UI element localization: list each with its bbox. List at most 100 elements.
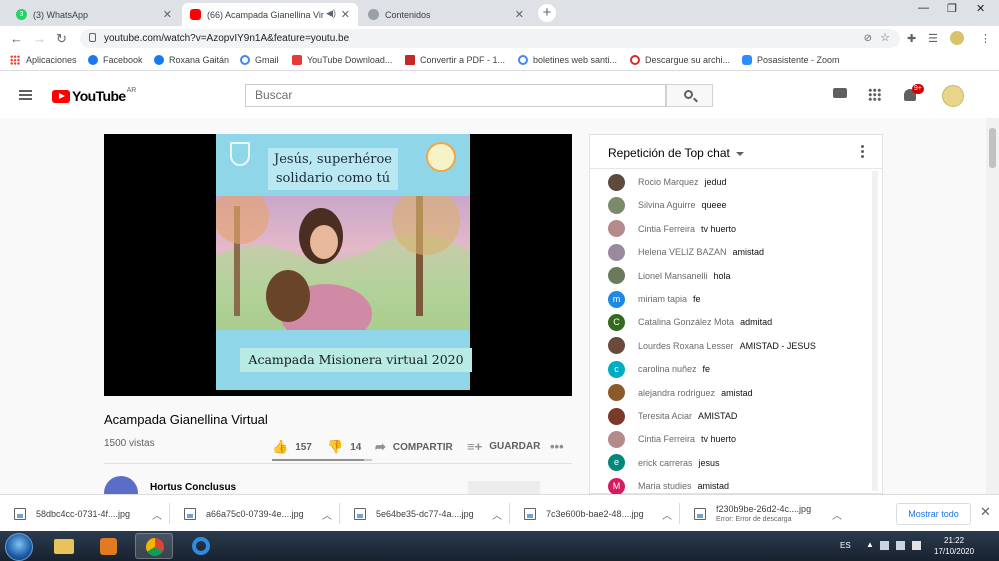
chat-author[interactable]: erick carreras [638,458,693,468]
bookmark-youtube-download[interactable]: YouTube Download... [292,55,392,65]
avatar[interactable] [608,430,625,448]
avatar[interactable]: C [608,313,625,331]
tab-contenidos[interactable]: Contenidos ✕ [360,3,532,26]
avatar[interactable] [608,196,625,214]
taskbar-explorer[interactable] [45,533,83,559]
download-item[interactable]: f230b9be-26d2-4c....jpg Error: Error de d… [680,495,850,532]
chat-more-icon[interactable] [861,145,864,158]
chat-author[interactable]: Catalina González Mota [638,317,734,327]
chat-author[interactable]: Rocio Marquez [638,177,699,187]
chat-author[interactable]: Silvina Aguirre [638,200,696,210]
show-all-downloads-button[interactable]: Mostrar todo [896,503,971,525]
chat-scrollbar[interactable] [872,171,878,491]
volume-icon[interactable] [912,541,921,550]
network-icon[interactable] [896,541,905,550]
chevron-up-icon[interactable]: ︿ [322,507,332,522]
extensions-icon[interactable]: ✚ [907,32,919,45]
bookmark-gmail[interactable]: Gmail [240,55,279,65]
tab-youtube[interactable]: (66) Acampada Gianellina Vir ◀) ✕ [182,3,358,26]
chat-author[interactable]: alejandra rodriguez [638,388,715,398]
address-bar[interactable]: youtube.com/watch?v=AzopvIY9n1A&feature=… [80,29,900,48]
chat-author[interactable]: Cintia Ferreira [638,434,695,444]
back-icon[interactable]: ← [10,31,23,46]
save-button[interactable]: ≡+ GUARDAR [467,439,540,454]
apps-grid-icon[interactable] [868,88,881,101]
avatar[interactable]: e [608,454,625,472]
avatar[interactable] [608,173,625,191]
avatar[interactable]: m [608,290,625,308]
like-button[interactable]: 👍 157 [272,439,312,455]
avatar[interactable] [942,85,964,107]
channel-name[interactable]: Hortus Conclusus [150,482,236,493]
bookmark-descargue[interactable]: Descargue su archi... [630,55,730,65]
close-icon[interactable]: ✕ [163,8,172,21]
avatar[interactable] [608,267,625,285]
reload-icon[interactable]: ↻ [56,31,67,47]
close-window-icon[interactable]: ✕ [976,2,985,15]
page-scrollbar[interactable] [986,118,999,494]
bookmark-zoom[interactable]: Posasistente - Zoom [742,55,840,65]
chat-author[interactable]: miriam tapia [638,294,687,304]
bookmark-facebook[interactable]: Facebook [88,55,143,65]
close-icon[interactable]: ✕ [980,504,991,520]
start-button[interactable] [5,533,33,561]
bookmark-boletines[interactable]: boletines web santi... [518,55,617,65]
download-item[interactable]: 58dbc4cc-0731-4f....jpg ︿ [0,495,170,532]
chevron-up-icon[interactable]: ︿ [662,507,672,522]
video-player[interactable]: Jesús, superhéroe solidario como tú Acam… [104,134,572,396]
tray-expand-icon[interactable]: ▲ [866,540,874,549]
chevron-up-icon[interactable]: ︿ [152,507,162,522]
forward-icon[interactable]: → [33,31,46,46]
chat-author[interactable]: Maria studies [638,481,692,491]
share-button[interactable]: ➦ COMPARTIR [375,439,453,455]
avatar[interactable] [608,243,625,261]
youtube-logo[interactable]: YouTube AR [52,87,136,104]
chat-author[interactable]: carolina nuñez [638,364,697,374]
taskbar-ie[interactable] [182,533,220,559]
menu-more-icon[interactable]: ⋮ [980,32,992,45]
tracking-off-icon[interactable]: ⊘ [864,29,872,48]
media-queue-icon[interactable]: ☰ [928,32,940,45]
new-tab-button[interactable]: + [538,4,556,22]
chevron-up-icon[interactable]: ︿ [832,507,842,522]
bookmark-apps[interactable]: Aplicaciones [10,55,77,65]
avatar[interactable] [608,220,625,238]
bookmark-star-icon[interactable]: ☆ [880,29,890,48]
chat-author[interactable]: Helena VELIZ BAZAN [638,247,727,257]
profile-avatar[interactable] [950,31,964,45]
close-icon[interactable]: ✕ [341,8,350,21]
chat-author[interactable]: Lionel Mansanelli [638,271,708,281]
avatar[interactable] [608,407,625,425]
close-icon[interactable]: ✕ [515,8,524,21]
search-button[interactable] [666,84,713,107]
taskbar-media-player[interactable] [90,533,128,559]
maximize-icon[interactable]: ❐ [947,2,957,15]
chat-author[interactable]: Cintia Ferreira [638,224,695,234]
download-item[interactable]: a66a75c0-0739-4e....jpg ︿ [170,495,340,532]
taskbar-chrome[interactable] [135,533,173,559]
download-item[interactable]: 7c3e600b-bae2-48....jpg ︿ [510,495,680,532]
subscribe-button[interactable] [468,481,540,495]
system-clock[interactable]: 21:22 17/10/2020 [934,535,974,557]
language-indicator[interactable]: ES [840,541,851,550]
bookmark-pdf[interactable]: Convertir a PDF - 1... [405,55,505,65]
bookmark-roxana[interactable]: Roxana Gaitán [154,55,229,65]
more-actions-button[interactable]: ••• [550,439,571,454]
avatar[interactable] [608,337,625,355]
tray-app-icon[interactable] [880,541,889,550]
tab-whatsapp[interactable]: 3 (3) WhatsApp ✕ [8,3,180,26]
search-input[interactable]: Buscar [245,84,666,107]
dislike-button[interactable]: 👎 14 [327,439,361,455]
avatar[interactable]: c [608,360,625,378]
avatar[interactable]: M [608,477,625,494]
chat-mode-dropdown[interactable]: Repetición de Top chat [608,146,744,160]
speaker-icon[interactable]: ◀) [326,8,336,19]
chat-author[interactable]: Lourdes Roxana Lesser [638,341,734,351]
scrollbar-thumb[interactable] [989,128,996,168]
create-video-icon[interactable] [833,88,847,98]
chat-author[interactable]: Teresita Aciar [638,411,692,421]
minimize-icon[interactable]: — [918,2,929,14]
hamburger-menu-icon[interactable] [19,90,32,100]
chevron-up-icon[interactable]: ︿ [492,507,502,522]
download-item[interactable]: 5e64be35-dc77-4a....jpg ︿ [340,495,510,532]
